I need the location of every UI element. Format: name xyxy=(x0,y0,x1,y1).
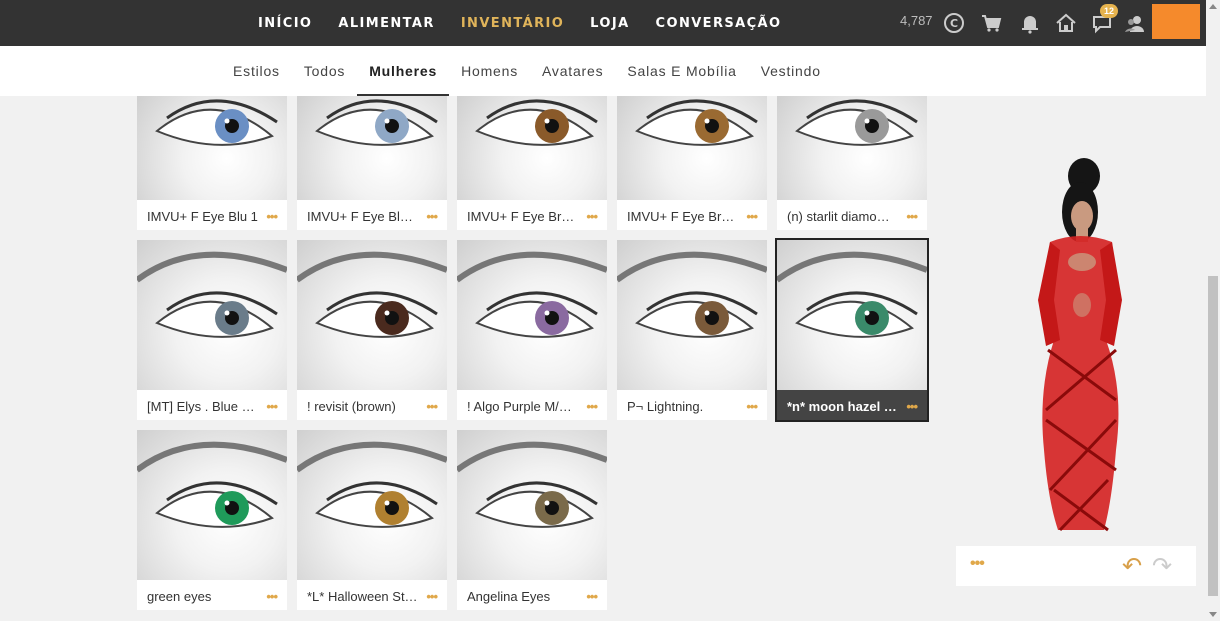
item-thumbnail xyxy=(297,96,447,200)
credits-balance: 4,787 xyxy=(900,13,933,28)
item-label: (n) starlit diamo… xyxy=(787,209,890,224)
item-thumbnail xyxy=(617,240,767,390)
nav-alimentar[interactable]: ALIMENTAR xyxy=(338,16,434,31)
item-more-button[interactable]: ••• xyxy=(906,209,918,224)
tab-salas-e-mobilia[interactable]: Salas E Mobília xyxy=(615,46,748,96)
item-thumbnail xyxy=(457,96,607,200)
item-more-button[interactable]: ••• xyxy=(746,399,758,414)
item-label: ! Algo Purple M/F… xyxy=(467,399,579,414)
inventory-item[interactable]: IMVU+ F Eye Br… ••• xyxy=(617,96,767,230)
inventory-item[interactable]: IMVU+ F Eye Brn 1 ••• xyxy=(457,96,607,230)
item-thumbnail xyxy=(617,96,767,200)
preview-more-button[interactable]: ••• xyxy=(970,555,985,573)
tab-estilos[interactable]: Estilos xyxy=(221,46,292,96)
inventory-item[interactable]: green eyes ••• xyxy=(137,430,287,610)
inventory-item[interactable]: *L* Halloween St… ••• xyxy=(297,430,447,610)
nav-inventario[interactable]: INVENTÁRIO xyxy=(461,16,564,31)
item-label: [MT] Elys . Blue … xyxy=(147,399,255,414)
top-navigation-bar: INÍCIO ALIMENTAR INVENTÁRIO LOJA CONVERS… xyxy=(0,0,1206,46)
item-more-button[interactable]: ••• xyxy=(586,589,598,604)
item-more-button[interactable]: ••• xyxy=(266,399,278,414)
item-label: P¬ Lightning. xyxy=(627,399,704,414)
nav-loja[interactable]: LOJA xyxy=(590,16,629,31)
cart-icon[interactable] xyxy=(980,12,1002,34)
item-thumbnail xyxy=(777,240,927,390)
user-avatar[interactable] xyxy=(1152,4,1200,39)
scroll-down-arrow-icon[interactable] xyxy=(1209,612,1217,617)
inventory-item[interactable]: IMVU+ F Eye Blu 1 ••• xyxy=(137,96,287,230)
item-label: IMVU+ F Eye Br… xyxy=(627,209,735,224)
home-icon[interactable] xyxy=(1055,12,1077,34)
item-label: IMVU+ F Eye Brn 1 xyxy=(467,209,579,224)
item-more-button[interactable]: ••• xyxy=(266,209,278,224)
inventory-item[interactable]: P¬ Lightning. ••• xyxy=(617,240,767,420)
item-label: Angelina Eyes xyxy=(467,589,551,604)
item-label: IMVU+ F Eye Blu… xyxy=(307,209,419,224)
item-thumbnail xyxy=(137,240,287,390)
inventory-item[interactable]: IMVU+ F Eye Blu… ••• xyxy=(297,96,447,230)
item-thumbnail xyxy=(297,430,447,580)
item-label: ! revisit (brown) xyxy=(307,399,396,414)
inventory-item[interactable]: [MT] Elys . Blue … ••• xyxy=(137,240,287,420)
redo-icon[interactable]: ↷ xyxy=(1152,552,1172,581)
inventory-item[interactable]: (n) starlit diamo… ••• xyxy=(777,96,927,230)
item-thumbnail xyxy=(137,430,287,580)
item-more-button[interactable]: ••• xyxy=(906,399,918,414)
notifications-icon[interactable] xyxy=(1019,12,1041,34)
item-label: *L* Halloween St… xyxy=(307,589,418,604)
item-label: IMVU+ F Eye Blu 1 xyxy=(147,209,258,224)
item-thumbnail xyxy=(457,430,607,580)
nav-inicio[interactable]: INÍCIO xyxy=(258,16,312,31)
messages-badge: 12 xyxy=(1100,4,1119,18)
tab-todos[interactable]: Todos xyxy=(292,46,357,96)
item-more-button[interactable]: ••• xyxy=(426,399,438,414)
avatar-preview[interactable] xyxy=(1020,150,1140,540)
inventory-item[interactable]: ! Algo Purple M/F… ••• xyxy=(457,240,607,420)
item-label: green eyes xyxy=(147,589,212,604)
item-thumbnail xyxy=(457,240,607,390)
nav-conversacao[interactable]: CONVERSAÇÃO xyxy=(656,16,782,31)
item-more-button[interactable]: ••• xyxy=(266,589,278,604)
tab-vestindo[interactable]: Vestindo xyxy=(749,46,833,96)
item-more-button[interactable]: ••• xyxy=(586,399,598,414)
page-scrollbar[interactable] xyxy=(1206,0,1220,621)
main-nav: INÍCIO ALIMENTAR INVENTÁRIO LOJA CONVERS… xyxy=(258,0,807,46)
item-thumbnail xyxy=(137,96,287,200)
credits-icon[interactable]: C xyxy=(943,12,965,34)
item-more-button[interactable]: ••• xyxy=(426,209,438,224)
item-label: *n* moon hazel … xyxy=(787,399,897,414)
item-more-button[interactable]: ••• xyxy=(586,209,598,224)
tab-avatares[interactable]: Avatares xyxy=(530,46,615,96)
friends-icon[interactable] xyxy=(1124,12,1146,34)
tab-mulheres[interactable]: Mulheres xyxy=(357,46,450,96)
inventory-item[interactable]: Angelina Eyes ••• xyxy=(457,430,607,610)
preview-toolbar: ••• ↶ ↷ xyxy=(956,546,1196,586)
item-more-button[interactable]: ••• xyxy=(746,209,758,224)
svg-text:C: C xyxy=(950,17,958,30)
scroll-thumb[interactable] xyxy=(1208,276,1218,596)
inventory-item[interactable]: ! revisit (brown) ••• xyxy=(297,240,447,420)
tab-homens[interactable]: Homens xyxy=(449,46,530,96)
undo-icon[interactable]: ↶ xyxy=(1122,552,1142,581)
item-more-button[interactable]: ••• xyxy=(426,589,438,604)
inventory-item[interactable]: *n* moon hazel … ••• xyxy=(775,238,929,422)
item-thumbnail xyxy=(297,240,447,390)
item-thumbnail xyxy=(777,96,927,200)
inventory-tabs-bar: Estilos Todos Mulheres Homens Avatares S… xyxy=(0,46,1206,96)
inventory-tabs: Estilos Todos Mulheres Homens Avatares S… xyxy=(221,46,833,96)
scroll-up-arrow-icon[interactable] xyxy=(1209,4,1217,9)
